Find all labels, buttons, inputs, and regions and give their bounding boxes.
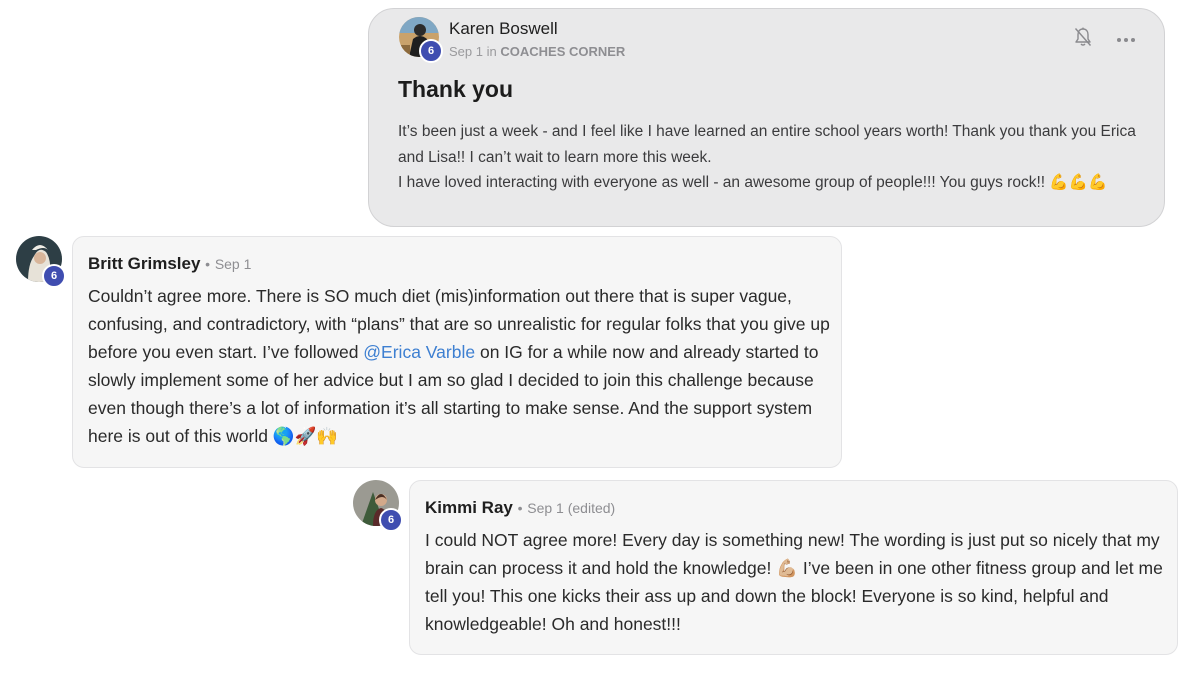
bell-icon [1074,27,1092,52]
post-title: Thank you [398,76,514,102]
level-badge: 6 [42,264,66,288]
post-meta: Sep 1 in COACHES CORNER [449,44,625,59]
comment-separator: • [205,256,211,272]
post-in-word: in [486,44,497,59]
comment-separator: • [517,500,523,516]
comment-header: Britt Grimsley • Sep 1 [88,254,251,274]
comment-header: Kimmi Ray • Sep 1 (edited) [425,498,615,518]
post-body: It’s been just a week - and I feel like … [398,119,1153,196]
comment-card: Kimmi Ray • Sep 1 (edited) I could NOT a… [409,480,1178,655]
comment-author-name[interactable]: Kimmi Ray [425,498,513,517]
comment-author-name[interactable]: Britt Grimsley [88,254,200,273]
post-category[interactable]: COACHES CORNER [500,44,625,59]
post-card: 6 Karen Boswell Sep 1 in COACHES CORNER … [368,8,1165,227]
post-author-avatar[interactable]: 6 [399,17,443,63]
more-options-button[interactable] [1113,27,1139,51]
comment-card: Britt Grimsley • Sep 1 Couldn’t agree mo… [72,236,842,468]
comment-text: I could NOT agree more! Every day is som… [425,530,1163,634]
mention-link[interactable]: @Erica Varble [363,342,475,362]
post-body-paragraph: It’s been just a week - and I feel like … [398,123,1136,166]
post-date: Sep 1 [449,44,483,59]
comment-author-avatar[interactable]: 6 [16,236,66,288]
more-dots-icon [1116,30,1136,48]
level-badge: 6 [419,39,443,63]
comment-text: Couldn’t agree more. There is SO much di… [88,282,833,450]
level-badge: 6 [379,508,403,532]
comment-timestamp: Sep 1 (edited) [527,500,616,516]
notification-bell-button[interactable] [1071,27,1095,51]
post-author-name[interactable]: Karen Boswell [449,19,558,39]
comment-timestamp: Sep 1 [214,256,252,272]
comment-author-avatar[interactable]: 6 [353,480,403,532]
post-body-paragraph: I have loved interacting with everyone a… [398,174,1108,191]
